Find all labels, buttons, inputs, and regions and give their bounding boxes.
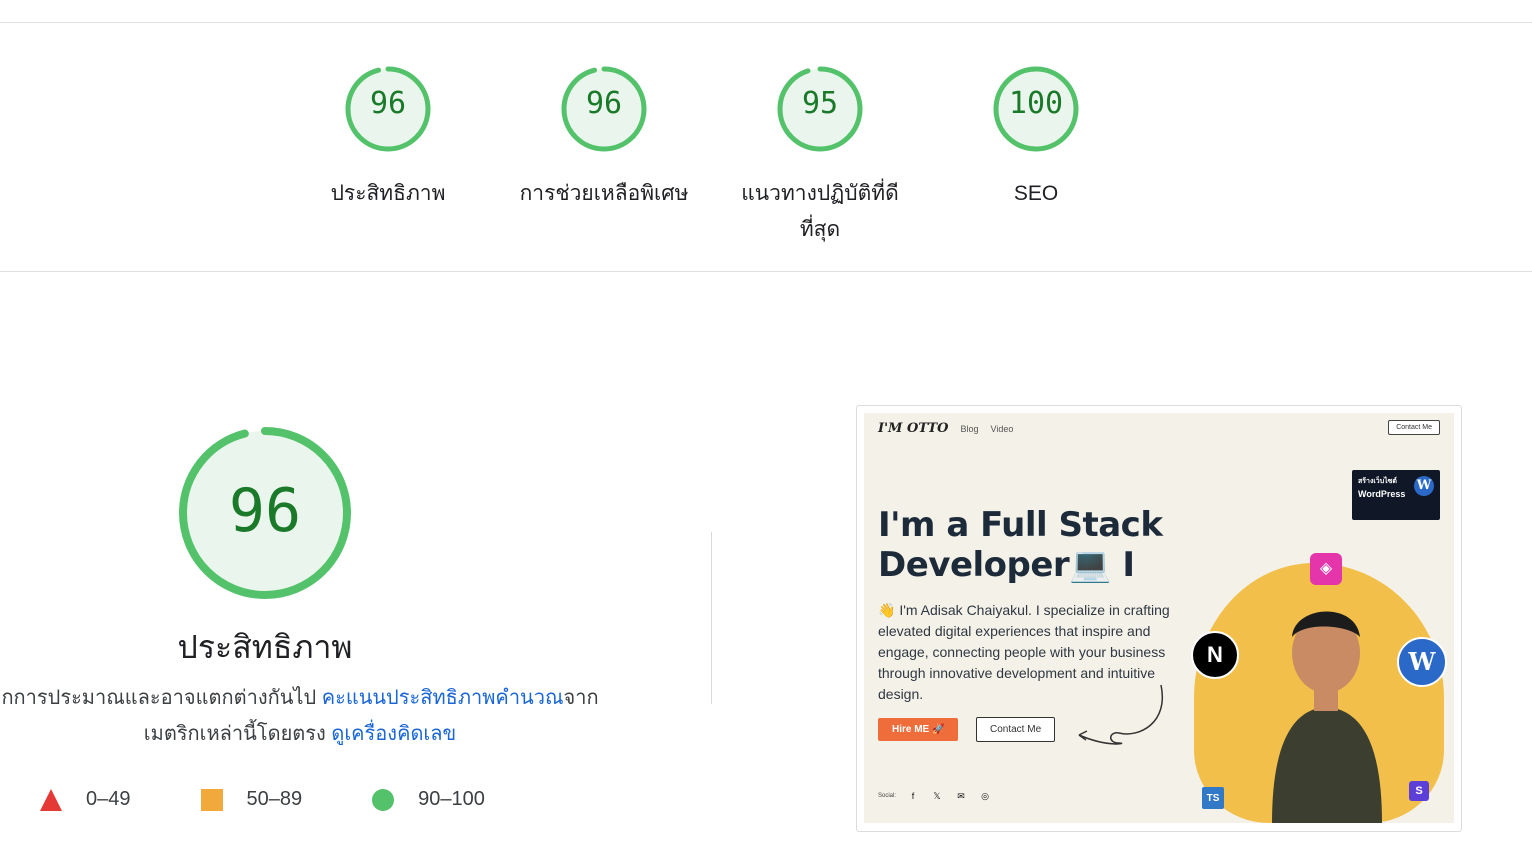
site-logo: I'M OTTO — [878, 421, 949, 436]
page-screenshot: I'M OTTO Blog Video Contact Me สร้างเว็บ… — [864, 413, 1454, 823]
legend-fail: 0–49 — [40, 788, 131, 811]
desc-text: เมตริกเหล่านี้โดยตรง — [143, 723, 332, 745]
calculator-link[interactable]: ดูเครื่องคิดเลข — [331, 723, 456, 745]
headline-line: I'm a Full Stack — [878, 505, 1163, 545]
legend-fail-label: 0–49 — [86, 788, 131, 810]
score-legend: 0–49 50–89 90–100 — [40, 788, 555, 811]
nav-blog: Blog — [960, 424, 979, 434]
vertical-divider — [711, 532, 712, 704]
contact-button: Contact Me — [976, 717, 1056, 742]
gauge-score: 96 — [369, 86, 407, 121]
gauge-score: 95 — [801, 86, 839, 121]
facebook-icon: f — [911, 791, 915, 801]
wordpress-icon: W — [1414, 476, 1434, 496]
performance-gauge: 96 — [175, 423, 355, 603]
stitches-icon: S — [1409, 781, 1429, 801]
video-thumbnail: สร้างเว็บไซต์ WordPress W — [1352, 470, 1440, 520]
legend-average-label: 50–89 — [246, 788, 303, 810]
desc-text: จาก — [563, 687, 599, 709]
gauge-label: การช่วยเหลือพิเศษ — [519, 182, 689, 205]
social-label: Social: — [878, 793, 897, 799]
thumb-subtitle: WordPress — [1358, 489, 1406, 499]
gauge-best-practices[interactable]: 95 แนวทางปฏิบัติที่ดี ที่สุด — [720, 64, 920, 248]
final-screenshot[interactable]: I'M OTTO Blog Video Contact Me สร้างเว็บ… — [856, 405, 1462, 832]
hire-button: Hire ME 🚀 — [878, 718, 959, 741]
thumb-title: สร้างเว็บไซต์ — [1358, 478, 1397, 485]
score-calculated-link[interactable]: คะแนนประสิทธิภาพคำนวณ — [322, 687, 564, 709]
top-divider — [0, 22, 1532, 23]
arrow-doodle — [1078, 684, 1164, 745]
headline-line: Developer💻 I — [878, 545, 1135, 585]
typescript-icon: TS — [1202, 787, 1224, 809]
contact-top-button: Contact Me — [1388, 420, 1440, 435]
gauge-performance[interactable]: 96 ประสิทธิภาพ — [288, 64, 488, 212]
x-icon: 𝕏 — [933, 791, 941, 801]
circle-icon — [372, 788, 395, 811]
developer-photo — [1272, 611, 1382, 823]
nextjs-icon: N — [1191, 631, 1239, 679]
instagram-icon: ◎ — [981, 791, 989, 801]
wordpress-badge-icon: W — [1397, 637, 1447, 687]
gauge-score: 100 — [1008, 86, 1064, 121]
square-icon — [200, 788, 223, 811]
nav-video: Video — [990, 424, 1014, 434]
section-divider — [0, 271, 1532, 272]
performance-description: กการประมาณและอาจแตกต่างกันไป คะแนนประสิท… — [0, 680, 640, 752]
performance-score: 96 — [228, 476, 302, 546]
triangle-icon — [40, 788, 62, 811]
graphql-icon: ◈ — [1310, 553, 1342, 585]
gauge-label: แนวทางปฏิบัติที่ดี ที่สุด — [741, 182, 899, 241]
gauge-score: 96 — [585, 86, 623, 121]
gauge-accessibility[interactable]: 96 การช่วยเหลือพิเศษ — [504, 64, 704, 212]
legend-pass: 90–100 — [372, 788, 485, 811]
legend-average: 50–89 — [200, 788, 303, 811]
desc-text: กการประมาณและอาจแตกต่างกันไป — [1, 687, 322, 709]
performance-title: ประสิทธิภาพ — [177, 629, 353, 665]
legend-pass-label: 90–100 — [418, 788, 485, 810]
gauge-seo[interactable]: 100 SEO — [936, 64, 1136, 212]
hero-headline: I'm a Full Stack Developer💻 I — [878, 505, 1163, 585]
gauge-label: ประสิทธิภาพ — [330, 182, 446, 205]
social-row: Social: f 𝕏 ✉ ◎ — [878, 789, 992, 803]
mail-icon: ✉ — [957, 791, 965, 801]
gauge-label: SEO — [1013, 182, 1059, 205]
site-nav: I'M OTTO Blog Video — [878, 421, 1025, 436]
